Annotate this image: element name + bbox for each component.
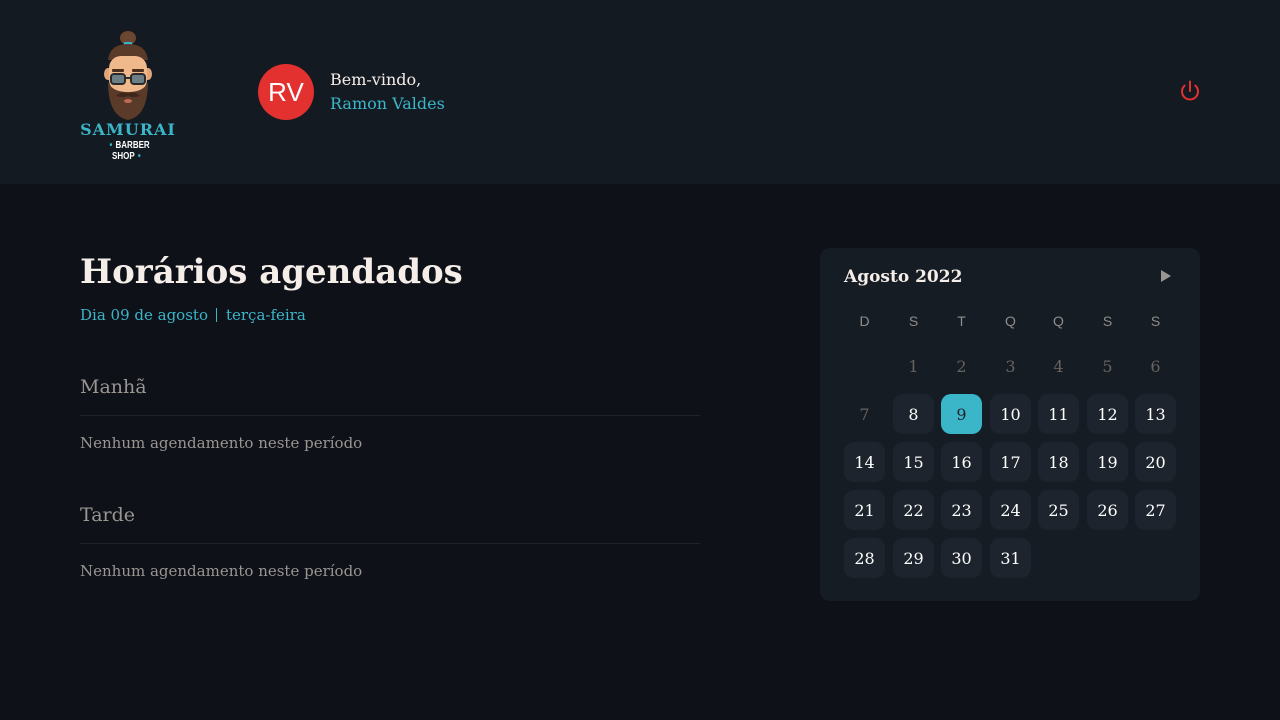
page-title: Horários agendados — [80, 252, 463, 292]
calendar-day[interactable]: 18 — [1038, 442, 1079, 482]
user-avatar[interactable]: RV — [258, 64, 314, 120]
logo-subtitle-text: BARBER SHOP — [112, 140, 150, 162]
triangle-right-icon — [1161, 270, 1171, 282]
calendar-day[interactable]: 30 — [941, 538, 982, 578]
calendar-day[interactable]: 29 — [893, 538, 934, 578]
calendar: Agosto 2022 D S T Q Q S S 1 2 3 4 5 6 7 8 9 10 11 12 13 14 15… — [820, 248, 1200, 601]
weekday-header: S — [1102, 313, 1113, 329]
calendar-day[interactable]: 15 — [893, 442, 934, 482]
section-divider — [80, 415, 700, 416]
calendar-day[interactable]: 25 — [1038, 490, 1079, 530]
calendar-day[interactable]: 23 — [941, 490, 982, 530]
welcome-text: Bem-vindo, — [330, 70, 422, 89]
profile-link[interactable]: Ramon Valdes — [330, 94, 445, 114]
selected-date: Dia 09 de agosto terça-feira — [80, 305, 306, 325]
calendar-day: 6 — [1150, 356, 1161, 376]
section-title-morning: Manhã — [80, 376, 147, 398]
next-month-button[interactable] — [1156, 264, 1176, 288]
calendar-day: 4 — [1053, 356, 1064, 376]
calendar-day: 5 — [1102, 356, 1113, 376]
calendar-month-label: Agosto 2022 — [844, 267, 963, 287]
calendar-day[interactable]: 27 — [1135, 490, 1176, 530]
logout-button[interactable] — [1178, 79, 1202, 103]
calendar-day[interactable]: 16 — [941, 442, 982, 482]
section-divider — [80, 543, 700, 544]
calendar-day[interactable]: 8 — [893, 394, 934, 434]
calendar-day[interactable]: 12 — [1087, 394, 1128, 434]
logo-title: SAMURAI — [80, 120, 176, 139]
calendar-day[interactable]: 14 — [844, 442, 885, 482]
app-header: SAMURAI • BARBER SHOP • RV Bem-vindo, Ramo… — [0, 0, 1280, 184]
calendar-day[interactable]: 21 — [844, 490, 885, 530]
empty-afternoon-text: Nenhum agendamento neste período — [80, 562, 363, 580]
empty-morning-text: Nenhum agendamento neste período — [80, 434, 363, 452]
date-divider — [215, 308, 217, 322]
calendar-day[interactable]: 26 — [1087, 490, 1128, 530]
calendar-day: 2 — [956, 356, 967, 376]
calendar-day[interactable]: 22 — [893, 490, 934, 530]
date-label: Dia 09 de agosto — [80, 306, 208, 324]
calendar-day[interactable]: 17 — [990, 442, 1031, 482]
calendar-day[interactable]: 11 — [1038, 394, 1079, 434]
section-title-afternoon: Tarde — [80, 504, 136, 526]
weekday-header: D — [859, 313, 870, 329]
weekday-label: terça-feira — [225, 306, 306, 324]
weekday-header: S — [908, 313, 919, 329]
dot-icon: • — [137, 151, 141, 162]
weekday-header: Q — [1053, 313, 1064, 329]
calendar-day: 1 — [908, 356, 919, 376]
calendar-day: 3 — [1005, 356, 1016, 376]
logo-subtitle: • BARBER SHOP • — [90, 140, 167, 162]
weekday-header: S — [1150, 313, 1161, 329]
calendar-day[interactable]: 13 — [1135, 394, 1176, 434]
brand-logo[interactable]: SAMURAI • BARBER SHOP • — [80, 30, 176, 162]
calendar-day[interactable]: 10 — [990, 394, 1031, 434]
weekday-header: T — [957, 313, 966, 329]
dot-icon: • — [109, 140, 113, 151]
power-icon — [1181, 80, 1199, 101]
calendar-day[interactable]: 20 — [1135, 442, 1176, 482]
calendar-day[interactable]: 31 — [990, 538, 1031, 578]
barber-face-icon — [104, 31, 152, 120]
calendar-day[interactable]: 19 — [1087, 442, 1128, 482]
calendar-day: 7 — [859, 404, 870, 424]
calendar-day-selected[interactable]: 9 — [941, 394, 982, 434]
calendar-day[interactable]: 28 — [844, 538, 885, 578]
calendar-day[interactable]: 24 — [990, 490, 1031, 530]
weekday-header: Q — [1005, 313, 1016, 329]
